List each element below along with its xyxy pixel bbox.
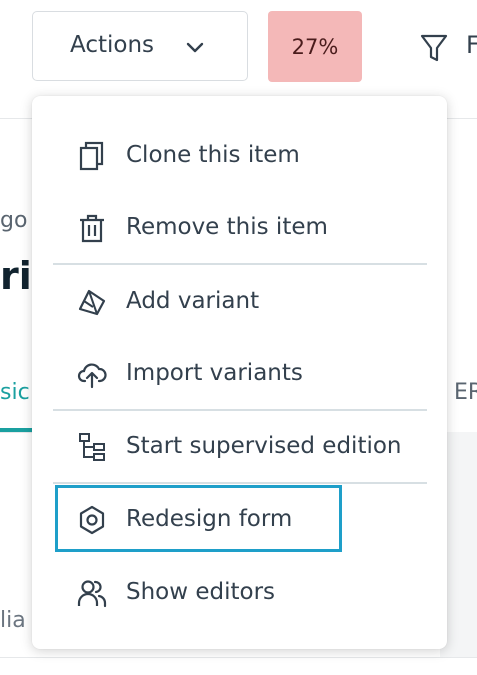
clone-icon	[77, 141, 107, 171]
cloud-upload-icon	[77, 359, 107, 389]
users-icon	[77, 578, 107, 608]
tab-active[interactable]: sic	[0, 380, 30, 405]
trash-icon	[77, 213, 107, 243]
menu-separator	[53, 263, 427, 265]
actions-dropdown-button[interactable]: Actions	[32, 11, 248, 81]
bottom-divider	[0, 657, 477, 658]
menu-item-label: Import variants	[126, 360, 303, 386]
menu-item-show-editors[interactable]: Show editors	[53, 563, 427, 623]
menu-item-import-variants[interactable]: Import variants	[53, 344, 427, 404]
menu-separator	[53, 409, 427, 411]
menu-item-label: Show editors	[126, 579, 276, 605]
menu-item-label: Start supervised edition	[126, 433, 402, 459]
menu-item-label: Remove this item	[126, 214, 328, 240]
menu-item-supervised-edition[interactable]: Start supervised edition	[53, 417, 427, 477]
menu-item-clone[interactable]: Clone this item	[53, 126, 427, 186]
tab-right[interactable]: ER	[454, 380, 477, 405]
chevron-down-icon	[183, 36, 207, 60]
menu-item-label: Add variant	[126, 288, 260, 314]
menu-item-add-variant[interactable]: Add variant	[53, 272, 427, 332]
filter-icon[interactable]	[420, 33, 448, 63]
filter-label[interactable]: F	[466, 31, 477, 59]
menu-separator	[53, 482, 427, 484]
variant-icon	[77, 287, 107, 317]
hierarchy-icon	[77, 432, 107, 462]
selection-highlight	[55, 485, 342, 552]
actions-menu: Clone this item Remove this item Add var…	[32, 96, 447, 649]
field-label: lia	[0, 608, 26, 633]
completion-badge: 27%	[268, 11, 362, 82]
actions-label: Actions	[70, 32, 155, 58]
page-title: ri	[0, 254, 32, 298]
menu-item-label: Clone this item	[126, 142, 300, 168]
menu-item-remove[interactable]: Remove this item	[53, 198, 427, 258]
